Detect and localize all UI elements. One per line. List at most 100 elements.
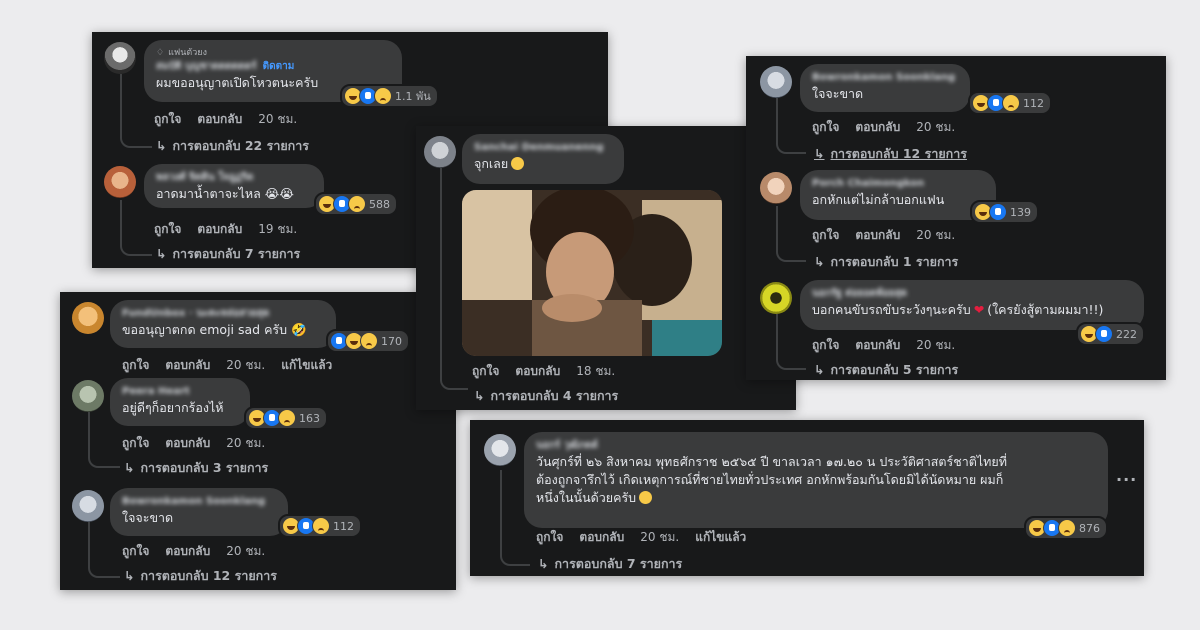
comment-actions: ถูกใจ ตอบกลับ 20 ชม. <box>812 118 955 137</box>
comment-text-line: หนึ่งในนั้นด้วยครับ <box>536 489 1096 507</box>
timestamp[interactable]: 20 ชม. <box>226 434 265 453</box>
like-button[interactable]: ถูกใจ <box>154 220 181 239</box>
timestamp[interactable]: 20 ชม. <box>258 110 297 129</box>
avatar[interactable] <box>760 66 792 98</box>
more-options-icon[interactable]: ··· <box>1116 470 1137 489</box>
comment-bubble: Peera Heart อยู่ดีๆก็อยากร้องไห้ <box>110 378 250 426</box>
reply-button[interactable]: ตอบกลับ <box>197 220 242 239</box>
commenter-name[interactable]: FundUnbox · นะคะหล่อสวยสุด <box>122 307 324 321</box>
comment-actions: ถูกใจ ตอบกลับ 20 ชม. <box>812 226 955 245</box>
commenter-name[interactable]: นอกร์ วุฒิภดด์ <box>536 439 1096 453</box>
avatar[interactable] <box>484 434 516 466</box>
reaction-count: 112 <box>1023 96 1044 110</box>
sad-face-icon <box>511 157 525 170</box>
reaction-summary[interactable]: 112 <box>278 514 362 538</box>
sad-icon <box>348 195 366 213</box>
view-replies-link[interactable]: ↳ การตอบกลับ 12 รายการ <box>814 144 967 164</box>
reaction-summary[interactable]: 222 <box>1076 322 1145 346</box>
view-replies-link[interactable]: ↳ การตอบกลับ 12 รายการ <box>124 566 277 586</box>
timestamp[interactable]: 20 ชม. <box>916 336 955 355</box>
reply-button[interactable]: ตอบกลับ <box>165 434 210 453</box>
commenter-name[interactable]: Peera Heart <box>122 385 238 399</box>
reply-button[interactable]: ตอบกลับ <box>165 356 210 375</box>
reply-button[interactable]: ตอบกลับ <box>197 110 242 129</box>
view-replies-link[interactable]: ↳ การตอบกลับ 3 รายการ <box>124 458 268 478</box>
reply-button[interactable]: ตอบกลับ <box>515 362 560 381</box>
follow-link[interactable]: ติดตาม <box>263 59 295 74</box>
like-button[interactable]: ถูกใจ <box>536 528 563 547</box>
reaction-summary[interactable]: 170 <box>326 329 410 353</box>
like-button[interactable]: ถูกใจ <box>122 434 149 453</box>
view-replies-link[interactable]: ↳ การตอบกลับ 7 รายการ <box>538 554 682 574</box>
like-button[interactable]: ถูกใจ <box>122 356 149 375</box>
commenter-name[interactable]: Sanchai Denmuanenng <box>474 141 612 155</box>
view-replies-link[interactable]: ↳ การตอบกลับ 7 รายการ <box>156 244 300 264</box>
reaction-count: 876 <box>1079 521 1100 535</box>
comment-text: ใจจะขาด <box>812 86 864 101</box>
avatar[interactable] <box>424 136 456 168</box>
timestamp[interactable]: 20 ชม. <box>916 118 955 137</box>
like-button[interactable]: ถูกใจ <box>154 110 181 129</box>
timestamp[interactable]: 20 ชม. <box>640 528 679 547</box>
comment-text-line: ต้องถูกจารึกไว้ เกิดเหตุการณ์ที่ชายไทยทั… <box>536 472 1004 487</box>
commenter-name[interactable]: สมบัติ บุญชาดดดดดดร์ <box>156 60 257 74</box>
commenter-name[interactable]: พลวงศ์ จิดดิน ใจอูฏริด <box>156 171 312 185</box>
timestamp[interactable]: 18 ชม. <box>576 362 615 381</box>
reply-button[interactable]: ตอบกลับ <box>165 542 210 561</box>
reply-button[interactable]: ตอบกลับ <box>855 336 900 355</box>
comment-bubble: Porch Chaimongkon อกหักแต่ไม่กล้าบอกแฟน <box>800 170 996 220</box>
comment-bubble: Bowronkamon Soonklang ใจจะขาด <box>800 64 970 112</box>
timestamp[interactable]: 20 ชม. <box>916 226 955 245</box>
avatar[interactable] <box>760 172 792 204</box>
avatar[interactable] <box>760 282 792 314</box>
sad-icon <box>278 409 296 427</box>
avatar[interactable] <box>104 42 136 74</box>
commenter-name[interactable]: Bowronkamon Soonklang <box>122 495 276 509</box>
reply-arrow-icon: ↳ <box>474 388 485 403</box>
reaction-count: 170 <box>381 334 402 348</box>
diamond-icon: ♢ <box>156 48 165 58</box>
reaction-summary[interactable]: 588 <box>314 192 398 216</box>
avatar[interactable] <box>72 490 104 522</box>
view-replies-link[interactable]: ↳ การตอบกลับ 22 รายการ <box>156 136 309 156</box>
reply-arrow-icon: ↳ <box>538 556 549 571</box>
view-replies-link[interactable]: ↳ การตอบกลับ 1 รายการ <box>814 252 958 272</box>
reply-thread-line <box>776 206 806 262</box>
reply-button[interactable]: ตอบกลับ <box>855 226 900 245</box>
view-replies-link[interactable]: ↳ การตอบกลับ 4 รายการ <box>474 386 618 406</box>
view-replies-link[interactable]: ↳ การตอบกลับ 5 รายการ <box>814 360 958 380</box>
avatar[interactable] <box>104 166 136 198</box>
commenter-name[interactable]: Porch Chaimongkon <box>812 177 984 191</box>
laughing-face-icon <box>639 491 653 504</box>
timestamp[interactable]: 19 ชม. <box>258 220 297 239</box>
reaction-summary[interactable]: 112 <box>968 91 1052 115</box>
reaction-summary[interactable]: 1.1 พัน <box>340 84 439 108</box>
comment-actions: ถูกใจ ตอบกลับ 20 ชม. <box>122 542 265 561</box>
commenter-name[interactable]: นอกรัฐ ต่อยอดพ้อยสุด <box>812 287 1132 301</box>
reaction-summary[interactable]: 139 <box>970 200 1039 224</box>
comment-bubble: นอกร์ วุฒิภดด์ วันศุกร์ที่ ๒๖ สิงหาคม พุ… <box>524 432 1108 528</box>
comment-actions: ถูกใจ ตอบกลับ 19 ชม. <box>154 220 297 239</box>
commenter-name[interactable]: Bowronkamon Soonklang <box>812 71 958 85</box>
reply-arrow-icon: ↳ <box>814 254 825 269</box>
reply-arrow-icon: ↳ <box>814 362 825 377</box>
attached-image[interactable] <box>462 190 722 356</box>
comment-text: ใจจะขาด <box>122 510 174 525</box>
reply-button[interactable]: ตอบกลับ <box>855 118 900 137</box>
timestamp[interactable]: 20 ชม. <box>226 356 265 375</box>
reaction-summary[interactable]: 163 <box>244 406 328 430</box>
timestamp[interactable]: 20 ชม. <box>226 542 265 561</box>
like-button[interactable]: ถูกใจ <box>812 336 839 355</box>
like-button[interactable]: ถูกใจ <box>812 118 839 137</box>
avatar[interactable] <box>72 380 104 412</box>
comment-actions: ถูกใจ ตอบกลับ 18 ชม. <box>472 362 615 381</box>
comment-text: ขออนุญาตกด emoji sad ครับ 🤣 <box>122 322 307 337</box>
reply-arrow-icon: ↳ <box>156 246 167 261</box>
reaction-summary[interactable]: 876 <box>1024 516 1108 540</box>
like-button[interactable]: ถูกใจ <box>122 542 149 561</box>
avatar[interactable] <box>72 302 104 334</box>
comment-panel-3: Sanchai Denmuanenng จุกเลย ถูกใจ ตอบกลับ… <box>416 126 796 410</box>
like-button[interactable]: ถูกใจ <box>812 226 839 245</box>
like-button[interactable]: ถูกใจ <box>472 362 499 381</box>
reply-button[interactable]: ตอบกลับ <box>579 528 624 547</box>
